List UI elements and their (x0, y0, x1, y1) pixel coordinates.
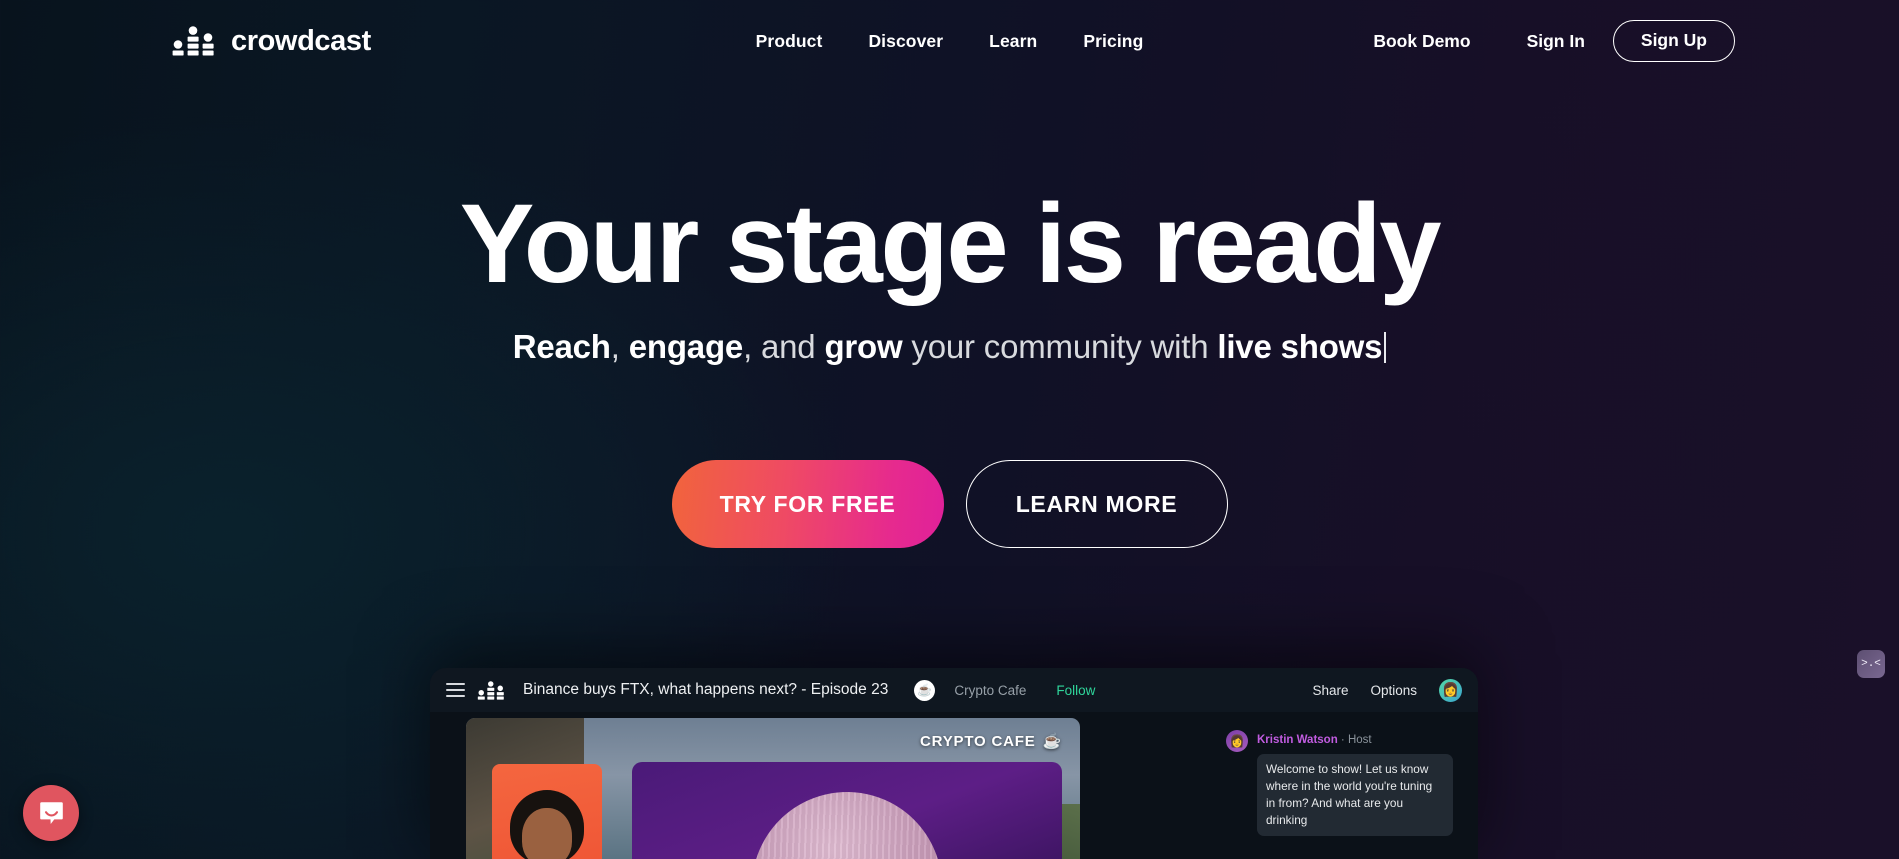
event-title: Binance buys FTX, what happens next? - E… (523, 681, 889, 698)
reaction-emoji-chip[interactable]: >.< (1857, 650, 1885, 678)
user-avatar[interactable]: 👩 (1439, 678, 1462, 702)
hamburger-menu-icon[interactable] (446, 683, 465, 697)
video-stage: CRYPTO CAFE ☕ (466, 718, 1080, 859)
chat-author-role: Host (1347, 734, 1372, 746)
book-demo-link[interactable]: Book Demo (1373, 31, 1470, 52)
share-button[interactable]: Share (1312, 683, 1348, 698)
host-avatar (752, 792, 942, 859)
nav-item-learn[interactable]: Learn (989, 31, 1037, 52)
coffee-cup-icon: ☕ (1042, 733, 1062, 750)
brand-name: crowdcast (231, 24, 371, 57)
nav-item-discover[interactable]: Discover (868, 31, 943, 52)
product-screenshot-mockup: Binance buys FTX, what happens next? - E… (430, 668, 1478, 859)
intercom-messenger-button[interactable] (23, 785, 79, 841)
hero-cta-row: TRY FOR FREE LEARN MORE (0, 460, 1899, 549)
brand-logo[interactable]: crowdcast (172, 25, 371, 58)
main-navigation: Product Discover Learn Pricing (756, 31, 1144, 52)
hero-sub-word-live-shows: live shows (1217, 328, 1383, 365)
chat-message-text: Welcome to show! Let us know where in th… (1257, 754, 1453, 837)
chat-role-separator: · (1337, 734, 1348, 746)
stage-brand-overlay: CRYPTO CAFE ☕ (920, 732, 1062, 751)
header-actions: Book Demo Sign In Sign Up (1373, 20, 1843, 62)
hero-sub-sep-1: , (610, 328, 629, 365)
hero-sub-word-engage: engage (628, 328, 744, 365)
crowdcast-bars-icon (172, 26, 214, 56)
hero-subtitle: Reach, engage, and grow your community w… (0, 326, 1899, 367)
host-video-tile[interactable] (632, 762, 1062, 859)
site-header: crowdcast Product Discover Learn Pricing… (0, 0, 1899, 82)
chat-message-header: Kristin Watson · Host (1257, 730, 1453, 748)
guest-video-tile[interactable] (492, 764, 602, 859)
learn-more-button[interactable]: LEARN MORE (965, 460, 1228, 549)
chat-author-name: Kristin Watson (1257, 734, 1338, 746)
follow-button[interactable]: Follow (1056, 683, 1095, 698)
sign-up-button[interactable]: Sign Up (1612, 20, 1735, 62)
mockup-body: CRYPTO CAFE ☕ 👩 Kristin Watson · Host We… (430, 712, 1478, 859)
channel-avatar-icon: ☕ (914, 679, 936, 701)
guest-face (522, 808, 572, 859)
try-for-free-button[interactable]: TRY FOR FREE (671, 460, 944, 549)
options-button[interactable]: Options (1370, 683, 1417, 698)
stage-brand-text: CRYPTO CAFE (920, 732, 1036, 750)
hero-sub-sep-3: your community with (902, 328, 1218, 365)
hero-sub-word-reach: Reach (512, 328, 611, 365)
chat-avatar: 👩 (1226, 730, 1248, 752)
chat-bubble-smile-icon (39, 801, 63, 824)
chat-message: 👩 Kristin Watson · Host Welcome to show!… (1226, 730, 1464, 837)
mockup-app-bar-actions: Share Options 👩 (1312, 678, 1462, 702)
nav-item-pricing[interactable]: Pricing (1083, 31, 1143, 52)
hero-section: Your stage is ready Reach, engage, and g… (0, 0, 1899, 549)
typing-caret (1384, 332, 1387, 363)
chat-panel: 👩 Kristin Watson · Host Welcome to show!… (1210, 712, 1478, 859)
mockup-app-bar: Binance buys FTX, what happens next? - E… (430, 668, 1478, 712)
sign-in-link[interactable]: Sign In (1527, 31, 1585, 52)
crowdcast-bars-icon (477, 680, 504, 700)
hero-sub-sep-2: , and (743, 328, 825, 365)
nav-item-product[interactable]: Product (756, 31, 823, 52)
hero-sub-word-grow: grow (824, 328, 903, 365)
channel-name: Crypto Cafe (954, 682, 1027, 698)
page-title: Your stage is ready (459, 181, 1442, 306)
